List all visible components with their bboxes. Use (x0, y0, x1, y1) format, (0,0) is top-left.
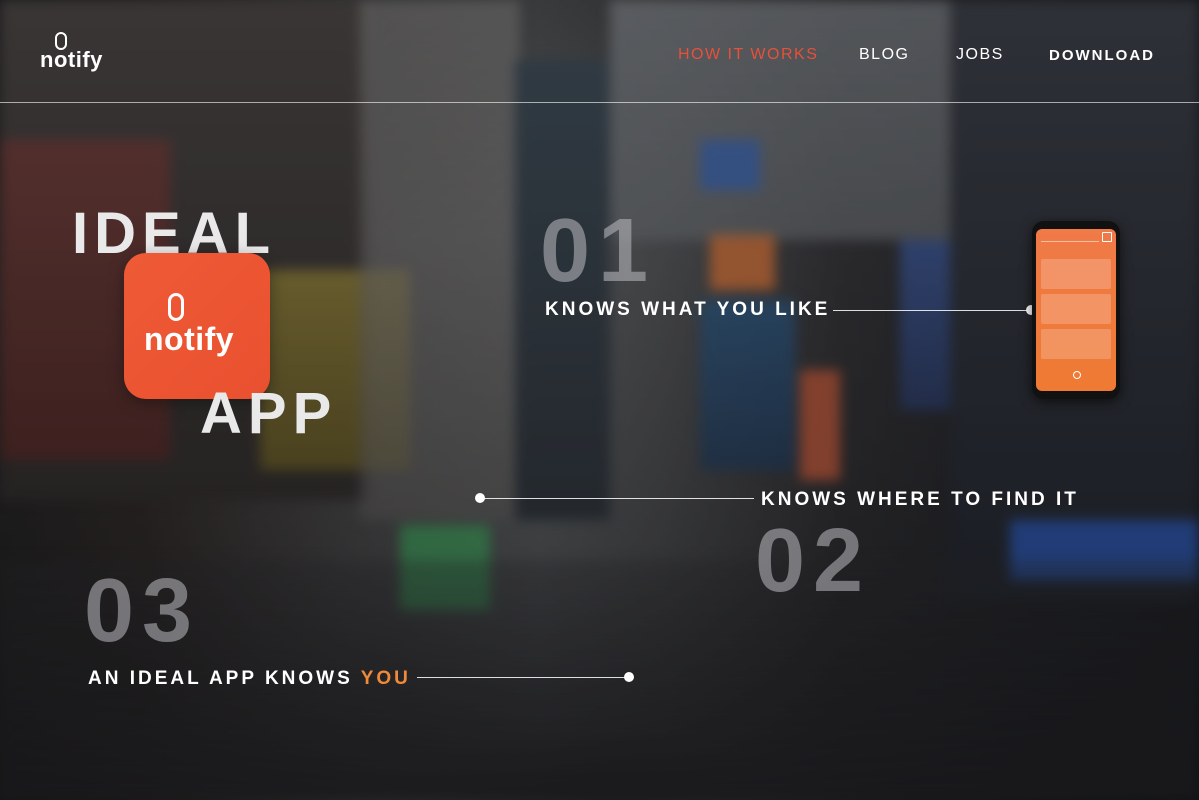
cart-icon (1102, 232, 1112, 242)
phone-card-1 (1041, 259, 1111, 289)
feature-number-02: 02 (755, 511, 872, 611)
nav-blog[interactable]: BLOG (859, 46, 909, 64)
connector-line-02 (480, 498, 754, 499)
phone-mockup (1032, 221, 1120, 399)
phone-card-2 (1041, 294, 1111, 324)
location-pin-icon (168, 293, 184, 321)
phone-search-bar (1041, 233, 1099, 242)
connector-dot-03 (624, 672, 634, 682)
connector-line-01 (833, 310, 1029, 311)
phone-home-icon (1073, 371, 1081, 379)
app-icon: notify (124, 253, 270, 399)
feature-text-03-main: AN IDEAL APP KNOWS (88, 668, 361, 689)
brand-logo[interactable]: notify (40, 32, 110, 74)
feature-number-01: 01 (540, 201, 657, 301)
feature-number-03: 03 (84, 561, 201, 661)
hero-word-app: APP (200, 381, 338, 446)
app-icon-text: notify (144, 321, 235, 357)
top-navigation-bar: notify HOW IT WORKS BLOG JOBS DOWNLOAD (0, 0, 1199, 103)
feature-text-03-accent: YOU (360, 668, 411, 689)
connector-line-03 (417, 677, 627, 678)
nav-download[interactable]: DOWNLOAD (1049, 47, 1155, 64)
phone-card-3 (1041, 329, 1111, 359)
feature-text-02: KNOWS WHERE TO FIND IT (761, 489, 1079, 510)
phone-screen (1036, 229, 1116, 391)
feature-text-01: KNOWS WHAT YOU LIKE (545, 299, 831, 320)
feature-text-03: AN IDEAL APP KNOWS YOU (88, 668, 411, 690)
brand-logo-text: notify (40, 47, 103, 72)
nav-jobs[interactable]: JOBS (956, 46, 1004, 64)
landing-page: notify HOW IT WORKS BLOG JOBS DOWNLOAD I… (0, 0, 1199, 800)
nav-how-it-works[interactable]: HOW IT WORKS (678, 46, 818, 64)
